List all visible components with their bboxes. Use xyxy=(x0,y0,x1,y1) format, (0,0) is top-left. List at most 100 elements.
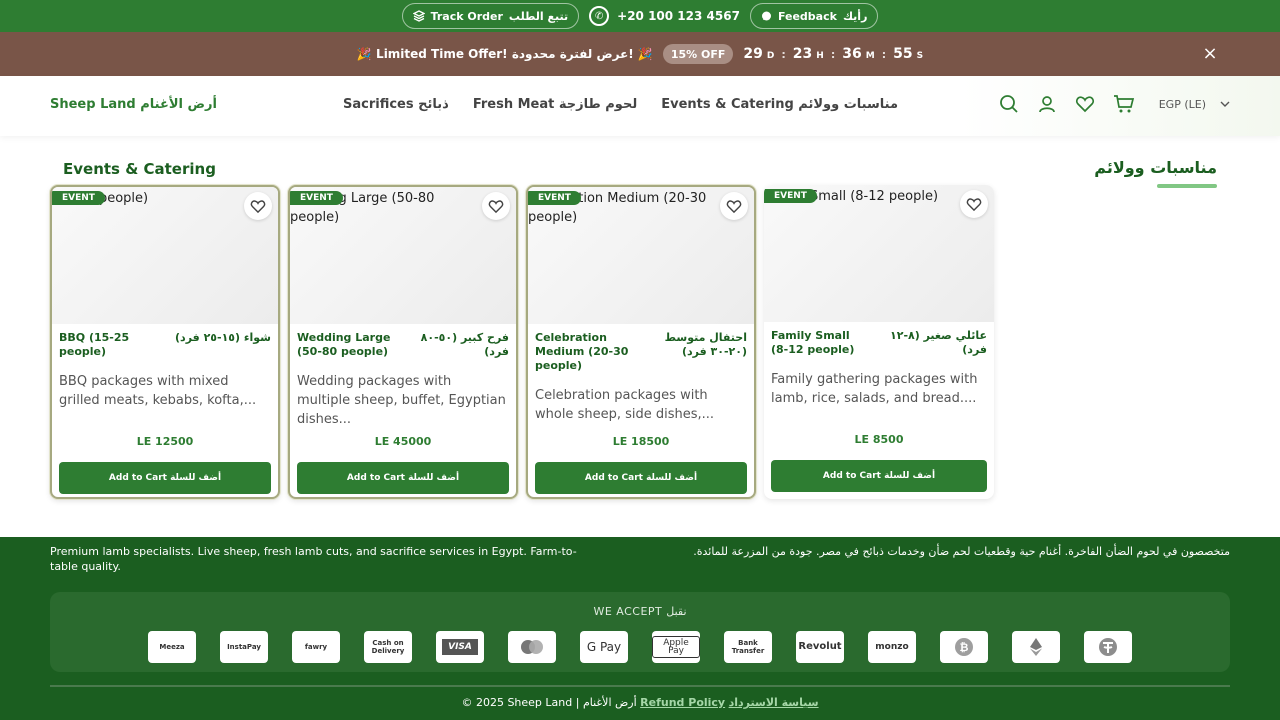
whatsapp-link[interactable]: ✆ +20 100 123 4567 xyxy=(589,6,740,26)
product-card[interactable]: Wedding Large (50-80 people) EVENT Weddi… xyxy=(288,185,518,499)
nav-events-catering[interactable]: Events & Catering مناسبات وولائم xyxy=(661,97,898,112)
nav-fresh-meat[interactable]: Fresh Meat لحوم طازجة xyxy=(473,97,637,112)
product-price: LE 45000 xyxy=(374,435,432,448)
wishlist-button[interactable] xyxy=(244,192,272,220)
product-card[interactable]: (15-25 people) EVENT BBQ (15-25 people) … xyxy=(50,185,280,499)
discount-badge: 15% OFF xyxy=(662,44,734,64)
product-image[interactable]: Wedding Large (50-80 people) EVENT xyxy=(290,187,516,324)
event-badge: EVENT xyxy=(764,189,817,203)
add-to-cart-button[interactable]: Add to Cart أضف للسلة xyxy=(59,462,271,494)
whatsapp-icon: ✆ xyxy=(589,6,610,26)
google-pay-logo: G Pay xyxy=(580,631,628,663)
site-logo[interactable]: Sheep Land أرض الأغنام xyxy=(50,97,217,112)
product-name-ar[interactable]: احتفال متوسط (٢٠-٣٠ فرد) xyxy=(638,331,747,373)
countdown-hours: 23 xyxy=(792,46,813,62)
phone-number: +20 100 123 4567 xyxy=(617,9,740,23)
section-title-ar: مناسبات وولائم xyxy=(1094,158,1217,177)
footer-bottom: © 2025 Sheep Land | أرض الأغنام Refund P… xyxy=(0,696,1280,709)
bitcoin-logo: ₿ xyxy=(940,631,988,663)
product-name-en[interactable]: Wedding Large (50-80 people) xyxy=(297,331,392,359)
nav-sacrifices[interactable]: Sacrifices ذبائح xyxy=(343,97,449,112)
product-name-en[interactable]: BBQ (15-25 people) xyxy=(59,331,154,359)
add-to-cart-button[interactable]: Add to Cart أضف للسلة xyxy=(297,462,509,494)
product-price: LE 18500 xyxy=(612,435,670,448)
heart-icon xyxy=(488,199,504,213)
countdown-timer: 29 D : 23 H : 36 M : 55 S xyxy=(743,46,924,62)
chevron-down-icon xyxy=(1220,101,1230,107)
product-name-en[interactable]: Celebration Medium (20-30 people) xyxy=(535,331,630,373)
close-icon[interactable]: × xyxy=(1200,44,1220,64)
cash-on-delivery-logo: Cash on Delivery xyxy=(364,631,412,663)
search-icon[interactable] xyxy=(999,94,1019,114)
currency-label: EGP (LE) xyxy=(1158,97,1206,111)
product-image[interactable]: Family Small (8-12 people) EVENT xyxy=(764,185,994,322)
site-footer: Premium lamb specialists. Live sheep, fr… xyxy=(0,537,1280,720)
copyright-text: © 2025 Sheep Land | أرض الأغنام xyxy=(461,696,637,709)
product-name-ar[interactable]: شواء (١٥-٢٥ فرد) xyxy=(162,331,271,359)
add-to-cart-button[interactable]: Add to Cart أضف للسلة xyxy=(535,462,747,494)
heart-icon xyxy=(726,199,742,213)
product-name-ar[interactable]: عائلي صغير (٨-١٢ فرد) xyxy=(877,329,987,357)
promo-text: 🎉 Limited Time Offer! عرض لفترة محدودة! … xyxy=(356,47,653,61)
product-card[interactable]: Family Small (8-12 people) EVENT Family … xyxy=(764,185,994,499)
tether-icon xyxy=(1099,638,1117,656)
promo-banner: 🎉 Limited Time Offer! عرض لفترة محدودة! … xyxy=(0,32,1280,76)
section-underline xyxy=(1157,184,1217,188)
track-order-label: Track Order xyxy=(430,9,503,23)
mastercard-logo xyxy=(508,631,556,663)
product-image[interactable]: Celebration Medium (20-30 people) EVENT xyxy=(528,187,754,324)
product-name-en[interactable]: Family Small (8-12 people) xyxy=(771,329,866,357)
refund-policy-link[interactable]: Refund Policy xyxy=(640,696,725,709)
layers-icon xyxy=(412,10,425,22)
track-order-label-ar: تتبع الطلب xyxy=(508,9,569,23)
site-header: Sheep Land أرض الأغنام Sacrifices ذبائح … xyxy=(0,76,1280,136)
track-order-button[interactable]: Track Order تتبع الطلب xyxy=(401,3,580,29)
footer-about-ar: متخصصون في لحوم الضأن الفاخرة. أغنام حية… xyxy=(693,545,1230,558)
ethereum-icon xyxy=(1030,638,1042,656)
event-badge: EVENT xyxy=(52,191,105,205)
product-name-ar[interactable]: فرح كبير (٥٠-٨٠ فرد) xyxy=(400,331,509,359)
product-description: Family gathering packages with lamb, ric… xyxy=(771,372,978,406)
revolut-logo: Revolut xyxy=(796,631,844,663)
user-icon[interactable] xyxy=(1037,94,1057,114)
ethereum-logo xyxy=(1012,631,1060,663)
product-price: LE 12500 xyxy=(136,435,194,448)
product-description: BBQ packages with mixed grilled meats, k… xyxy=(59,374,257,408)
product-price: LE 8500 xyxy=(854,433,904,446)
product-card[interactable]: Celebration Medium (20-30 people) EVENT … xyxy=(526,185,756,499)
wishlist-button[interactable] xyxy=(720,192,748,220)
product-description: Wedding packages with multiple sheep, bu… xyxy=(297,374,506,427)
wishlist-button[interactable] xyxy=(482,192,510,220)
mastercard-icon xyxy=(521,640,543,654)
top-utility-bar: Track Order تتبع الطلب ✆ +20 100 123 456… xyxy=(0,0,1280,32)
heart-icon xyxy=(250,199,266,213)
bitcoin-icon: ₿ xyxy=(955,638,973,656)
payment-methods: WE ACCEPT نقبل Meeza InstaPay fawry Cash… xyxy=(50,592,1230,672)
add-to-cart-button[interactable]: Add to Cart أضف للسلة xyxy=(771,460,987,492)
countdown-minutes: 36 xyxy=(842,46,862,62)
tether-logo xyxy=(1084,631,1132,663)
refund-policy-link-ar[interactable]: سياسة الاسترداد xyxy=(729,696,819,709)
main-nav: Sacrifices ذبائح Fresh Meat لحوم طازجة E… xyxy=(343,97,898,112)
heart-icon[interactable] xyxy=(1075,94,1095,114)
product-grid: (15-25 people) EVENT BBQ (15-25 people) … xyxy=(50,185,994,499)
instapay-logo: InstaPay xyxy=(220,631,268,663)
we-accept-title: WE ACCEPT نقبل xyxy=(593,605,687,618)
event-badge: EVENT xyxy=(290,191,343,205)
countdown-days: 29 xyxy=(743,46,763,62)
payment-logos: Meeza InstaPay fawry Cash on Delivery VI… xyxy=(148,631,1132,663)
chat-icon xyxy=(761,11,771,20)
visa-logo: VISA xyxy=(436,631,484,663)
feedback-label: Feedback xyxy=(777,9,837,23)
feedback-button[interactable]: Feedback رأيك xyxy=(749,3,879,29)
svg-text:₿: ₿ xyxy=(960,641,969,654)
product-image[interactable]: (15-25 people) EVENT xyxy=(52,187,278,324)
footer-divider xyxy=(50,685,1230,687)
cart-icon[interactable] xyxy=(1113,94,1135,114)
currency-select[interactable]: EGP (LE) xyxy=(1159,98,1230,111)
fawry-logo: fawry xyxy=(292,631,340,663)
wishlist-button[interactable] xyxy=(960,190,988,218)
apple-pay-logo: Apple Pay xyxy=(652,631,700,663)
header-actions: EGP (LE) xyxy=(999,94,1230,114)
countdown-seconds: 55 xyxy=(893,46,913,62)
